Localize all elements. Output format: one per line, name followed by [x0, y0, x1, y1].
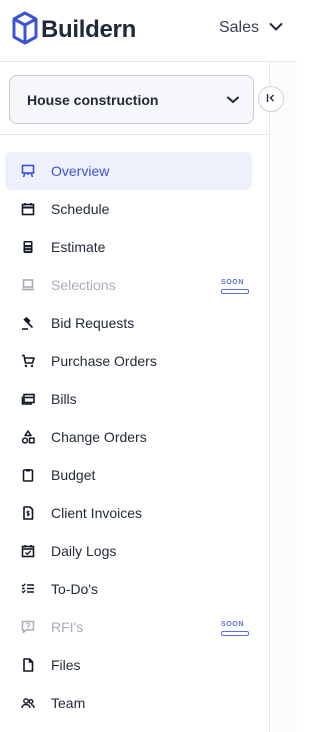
soon-badge: SOON	[220, 279, 250, 294]
project-selector-value: House construction	[27, 91, 159, 108]
sidebar-item-overview[interactable]: Overview	[5, 152, 252, 190]
sidebar-item-label: Purchase Orders	[51, 353, 157, 369]
gavel-icon	[21, 316, 35, 330]
sidebar-item-change-orders[interactable]: Change Orders	[5, 418, 252, 456]
chevron-down-icon	[269, 19, 283, 37]
presentation-icon	[21, 164, 35, 178]
sidebar-item-label: Budget	[51, 467, 96, 483]
invoice-icon	[21, 506, 35, 520]
sidebar-item-to-dos[interactable]: To-Do's	[5, 570, 252, 608]
sidebar-item-label: Bills	[51, 391, 77, 407]
question-icon	[21, 620, 35, 634]
sidebar-item-label: Estimate	[51, 239, 106, 255]
sidebar-divider	[0, 134, 270, 135]
logo-cube-icon	[12, 11, 38, 50]
sidebar-item-label: Files	[51, 657, 81, 673]
sidebar-item-label: Change Orders	[51, 429, 147, 445]
sidebar-item-label: RFI's	[51, 619, 84, 635]
soon-badge: SOON	[220, 621, 250, 636]
file-icon	[21, 658, 35, 672]
sidebar-item-budget[interactable]: Budget	[5, 456, 252, 494]
project-selector[interactable]: House construction	[9, 75, 254, 124]
brand-name: Buildern	[41, 16, 136, 43]
cart-icon	[21, 354, 35, 368]
sidebar-item-schedule[interactable]: Schedule	[5, 190, 252, 228]
shapes-icon	[21, 430, 35, 444]
sidebar-item-label: Team	[51, 695, 86, 711]
collapse-sidebar-button[interactable]	[258, 86, 284, 112]
top-bar: Buildern Sales	[0, 0, 297, 62]
brand-logo[interactable]: Buildern	[12, 10, 136, 50]
sidebar-item-team[interactable]: Team	[5, 684, 252, 722]
clipboard-icon	[21, 468, 35, 482]
sidebar-item-selections[interactable]: Selections SOON	[5, 266, 252, 304]
bills-icon	[21, 392, 35, 406]
sidebar-nav: Overview Schedule Estimate Selections SO…	[5, 152, 252, 722]
sidebar-item-files[interactable]: Files	[5, 646, 252, 684]
sidebar-item-estimate[interactable]: Estimate	[5, 228, 252, 266]
sidebar-item-label: Bid Requests	[51, 315, 135, 331]
sidebar-item-label: Client Invoices	[51, 505, 143, 521]
sidebar-item-label: Overview	[51, 163, 110, 179]
sidebar-item-bills[interactable]: Bills	[5, 380, 252, 418]
calendar-icon	[21, 202, 35, 216]
sidebar-item-bid-requests[interactable]: Bid Requests	[5, 304, 252, 342]
main-content-edge	[271, 62, 297, 732]
sidebar-item-label: Selections	[51, 277, 116, 293]
chevron-down-icon	[227, 91, 239, 109]
sidebar-item-label: Daily Logs	[51, 543, 117, 559]
workspace-label: Sales	[218, 19, 259, 36]
workspace-dropdown[interactable]: Sales	[219, 19, 283, 37]
laptop-icon	[21, 278, 35, 292]
sidebar-item-daily-logs[interactable]: Daily Logs	[5, 532, 252, 570]
checklist-icon	[21, 582, 35, 596]
sidebar-item-purchase-orders[interactable]: Purchase Orders	[5, 342, 252, 380]
sidebar: House construction Overview Schedule Est…	[0, 62, 270, 732]
sidebar-item-label: To-Do's	[51, 581, 99, 597]
team-icon	[21, 696, 35, 710]
sidebar-item-rfis[interactable]: RFI's SOON	[5, 608, 252, 646]
calculator-icon	[21, 240, 35, 254]
collapse-left-icon	[266, 90, 276, 108]
sidebar-item-label: Schedule	[51, 201, 110, 217]
sidebar-item-client-invoices[interactable]: Client Invoices	[5, 494, 252, 532]
calendar-check-icon	[21, 544, 35, 558]
